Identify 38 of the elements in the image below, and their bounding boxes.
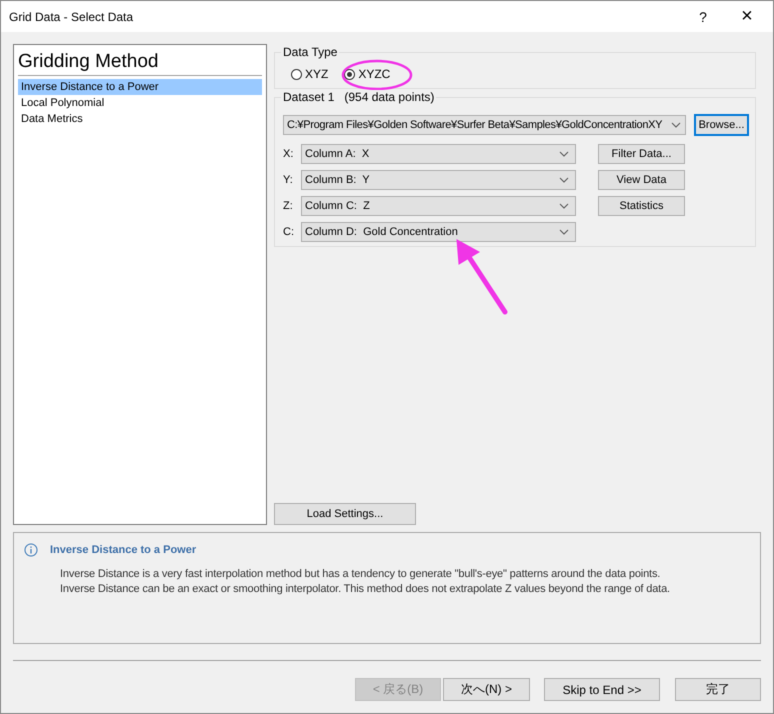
data-button[interactable]: Filter Data... <box>598 144 685 164</box>
column-dropdown[interactable]: Column B: Y <box>301 170 576 190</box>
description-text: Inverse Distance can be an exact or smoothing interpolator. This method does not extrapolate Z values beyond the range of data. <box>60 582 671 597</box>
radio-option[interactable]: XYZ <box>291 67 328 81</box>
help-button[interactable]: ? <box>681 8 725 24</box>
axis-label: X: <box>283 148 294 160</box>
wizard-button[interactable]: 次へ(N) > <box>443 678 530 701</box>
method-item[interactable]: Local Polynomial <box>18 95 262 111</box>
radio-icon[interactable] <box>291 68 302 80</box>
info-icon <box>24 543 38 557</box>
axis-label: Y: <box>283 174 294 186</box>
column-dropdown[interactable]: Column A: X <box>301 144 576 164</box>
chevron-icon <box>559 177 569 183</box>
chevron-icon <box>559 229 569 235</box>
wizard-button[interactable]: Skip to End >> <box>544 678 660 701</box>
chevron-icon <box>559 203 569 209</box>
axis-label: C: <box>283 226 295 238</box>
wizard-button[interactable]: 完了 <box>675 678 761 701</box>
file-dropdown[interactable]: C:¥Program Files¥Golden Software¥Surfer Beta¥Samples¥GoldConcentrationXY <box>283 115 686 135</box>
column-dropdown[interactable]: Column D: Gold Concentration <box>301 222 576 242</box>
axis-label: Z: <box>283 200 294 212</box>
data-button[interactable]: View Data <box>598 170 685 190</box>
browse-button[interactable]: Browse... <box>694 114 749 136</box>
load-settings-button[interactable]: Load Settings... <box>274 503 416 525</box>
data-button[interactable]: Statistics <box>598 196 685 216</box>
description-text: Inverse Distance is a very fast interpolation method but has a tendency to generate "bull's-eye" patterns around the data points. <box>60 567 662 582</box>
column-dropdown[interactable]: Column C: Z <box>301 196 576 216</box>
method-item[interactable]: Inverse Distance to a Power <box>18 79 262 95</box>
highlight-ellipse <box>341 59 413 91</box>
chevron-icon <box>671 122 681 128</box>
group-legend: Dataset 1 (954 data points) <box>281 90 436 104</box>
method-item[interactable]: Data Metrics <box>18 111 262 127</box>
close-button[interactable]: × <box>725 5 769 28</box>
window-title: Grid Data - Select Data <box>8 10 134 24</box>
group-legend: Data Type <box>281 45 340 59</box>
chevron-icon <box>559 151 569 157</box>
info-title: Inverse Distance to a Power <box>50 544 196 556</box>
panel-heading: Gridding Method <box>18 51 262 76</box>
